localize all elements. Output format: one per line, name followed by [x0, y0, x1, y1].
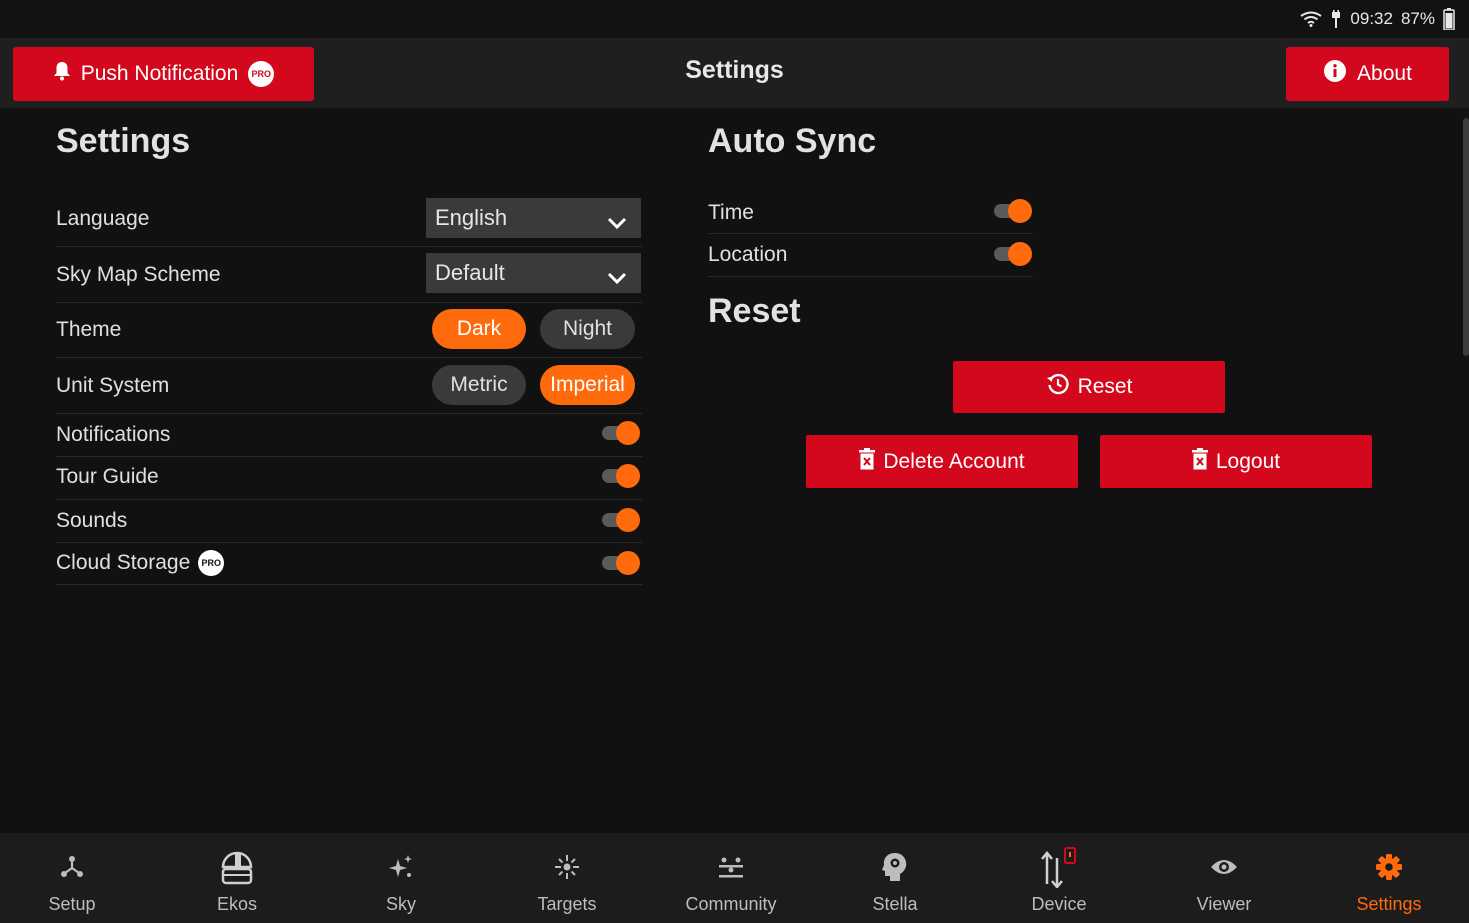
nav-label-settings: Settings — [1356, 894, 1422, 914]
setup-icon — [0, 851, 154, 883]
scrollbar-thumb[interactable] — [1463, 118, 1469, 356]
nav-item-viewer[interactable]: Viewer — [1142, 833, 1306, 923]
sounds-toggle[interactable] — [602, 508, 640, 532]
tour-guide-row: Tour Guide — [56, 457, 642, 500]
nav-label-stella: Stella — [872, 894, 918, 914]
unit-system-row: Unit System Metric Imperial — [56, 358, 642, 414]
nav-item-device[interactable]: Device — [977, 833, 1141, 923]
auto-sync-location-toggle[interactable] — [994, 242, 1032, 266]
tour-guide-toggle[interactable] — [602, 464, 640, 488]
info-icon — [1323, 59, 1347, 89]
reset-label: Reset — [1077, 375, 1133, 398]
nav-item-setup[interactable]: Setup — [0, 833, 154, 923]
auto-sync-time-toggle[interactable] — [994, 199, 1032, 223]
tour-guide-label: Tour Guide — [56, 465, 159, 488]
auto-sync-heading: Auto Sync — [708, 122, 877, 160]
nav-item-stella[interactable]: Stella — [813, 833, 977, 923]
language-select[interactable]: English — [426, 198, 641, 238]
chevron-down-icon — [607, 265, 627, 291]
language-label: Language — [56, 207, 150, 230]
chevron-down-icon — [607, 210, 627, 236]
auto-sync-location-label: Location — [708, 243, 788, 266]
pro-badge: PRO — [198, 550, 225, 576]
nav-item-sky[interactable]: Sky — [319, 833, 483, 923]
cloud-storage-toggle[interactable] — [602, 551, 640, 575]
logout-button[interactable]: Logout — [1100, 435, 1372, 488]
page-title: Settings — [685, 56, 784, 84]
delete-account-button[interactable]: Delete Account — [806, 435, 1078, 488]
nav-item-targets[interactable]: Targets — [485, 833, 649, 923]
sounds-label: Sounds — [56, 509, 128, 532]
target-star-icon — [485, 851, 649, 883]
theme-dark-button[interactable]: Dark — [432, 309, 526, 349]
trash-icon — [859, 447, 876, 476]
cloud-storage-text: Cloud Storage — [56, 551, 191, 574]
bottom-navigation: Setup Ekos Sky Targets Community Stella — [0, 833, 1469, 923]
nav-item-community[interactable]: Community — [649, 833, 813, 923]
notifications-label: Notifications — [56, 423, 171, 446]
logout-label: Logout — [1215, 449, 1281, 473]
unit-system-label: Unit System — [56, 374, 170, 397]
eye-icon — [1142, 851, 1306, 883]
auto-sync-time-row: Time — [708, 190, 1033, 234]
sounds-row: Sounds — [56, 500, 642, 543]
sparkle-stars-icon — [319, 851, 483, 883]
sky-map-row: Sky Map Scheme Default — [56, 247, 642, 303]
language-value: English — [435, 205, 508, 230]
theme-night-button[interactable]: Night — [540, 309, 635, 349]
charging-plug-icon — [1330, 10, 1342, 28]
people-icon — [649, 851, 813, 883]
reset-heading: Reset — [708, 292, 801, 330]
nav-label-targets: Targets — [537, 894, 597, 914]
nav-item-settings[interactable]: Settings — [1307, 833, 1469, 923]
cloud-storage-label: Cloud Storage PRO — [56, 550, 225, 576]
notifications-toggle[interactable] — [602, 421, 640, 445]
observatory-dome-icon — [155, 851, 319, 885]
cloud-storage-row: Cloud Storage PRO — [56, 543, 642, 585]
nav-label-device: Device — [1031, 894, 1087, 914]
auto-sync-location-row: Location — [708, 234, 1033, 277]
settings-heading: Settings — [56, 122, 191, 160]
nav-label-viewer: Viewer — [1196, 894, 1252, 914]
sky-map-value: Default — [435, 260, 505, 285]
nav-label-sky: Sky — [385, 894, 416, 914]
status-time: 09:32 — [1350, 9, 1393, 28]
sky-map-label: Sky Map Scheme — [56, 263, 221, 286]
theme-label: Theme — [56, 318, 122, 341]
auto-sync-time-label: Time — [708, 201, 754, 224]
top-app-bar: Push Notification PRO Settings About — [0, 38, 1469, 108]
head-gear-icon — [813, 851, 977, 883]
wifi-icon — [1300, 11, 1322, 27]
gear-icon — [1307, 851, 1469, 883]
reset-button[interactable]: Reset — [953, 361, 1225, 413]
status-bar: 09:32 87% — [0, 0, 1469, 38]
about-label: About — [1357, 62, 1412, 85]
unit-metric-button[interactable]: Metric — [432, 365, 526, 405]
nav-label-setup: Setup — [48, 894, 96, 914]
notifications-row: Notifications — [56, 414, 642, 457]
unit-imperial-button[interactable]: Imperial — [540, 365, 635, 405]
about-button[interactable]: About — [1286, 47, 1449, 101]
nav-label-ekos: Ekos — [216, 894, 258, 914]
theme-row: Theme Dark Night — [56, 303, 642, 358]
battery-percent: 87% — [1400, 9, 1435, 28]
language-row: Language English — [56, 192, 642, 247]
sky-map-select[interactable]: Default — [426, 253, 641, 293]
delete-account-label: Delete Account — [883, 449, 1025, 473]
nav-label-community: Community — [685, 894, 777, 914]
nav-item-ekos[interactable]: Ekos — [155, 833, 319, 923]
history-icon — [1046, 372, 1070, 402]
trash-icon — [1191, 447, 1208, 476]
battery-icon — [1443, 8, 1455, 30]
device-transfer-icon — [977, 847, 1141, 888]
